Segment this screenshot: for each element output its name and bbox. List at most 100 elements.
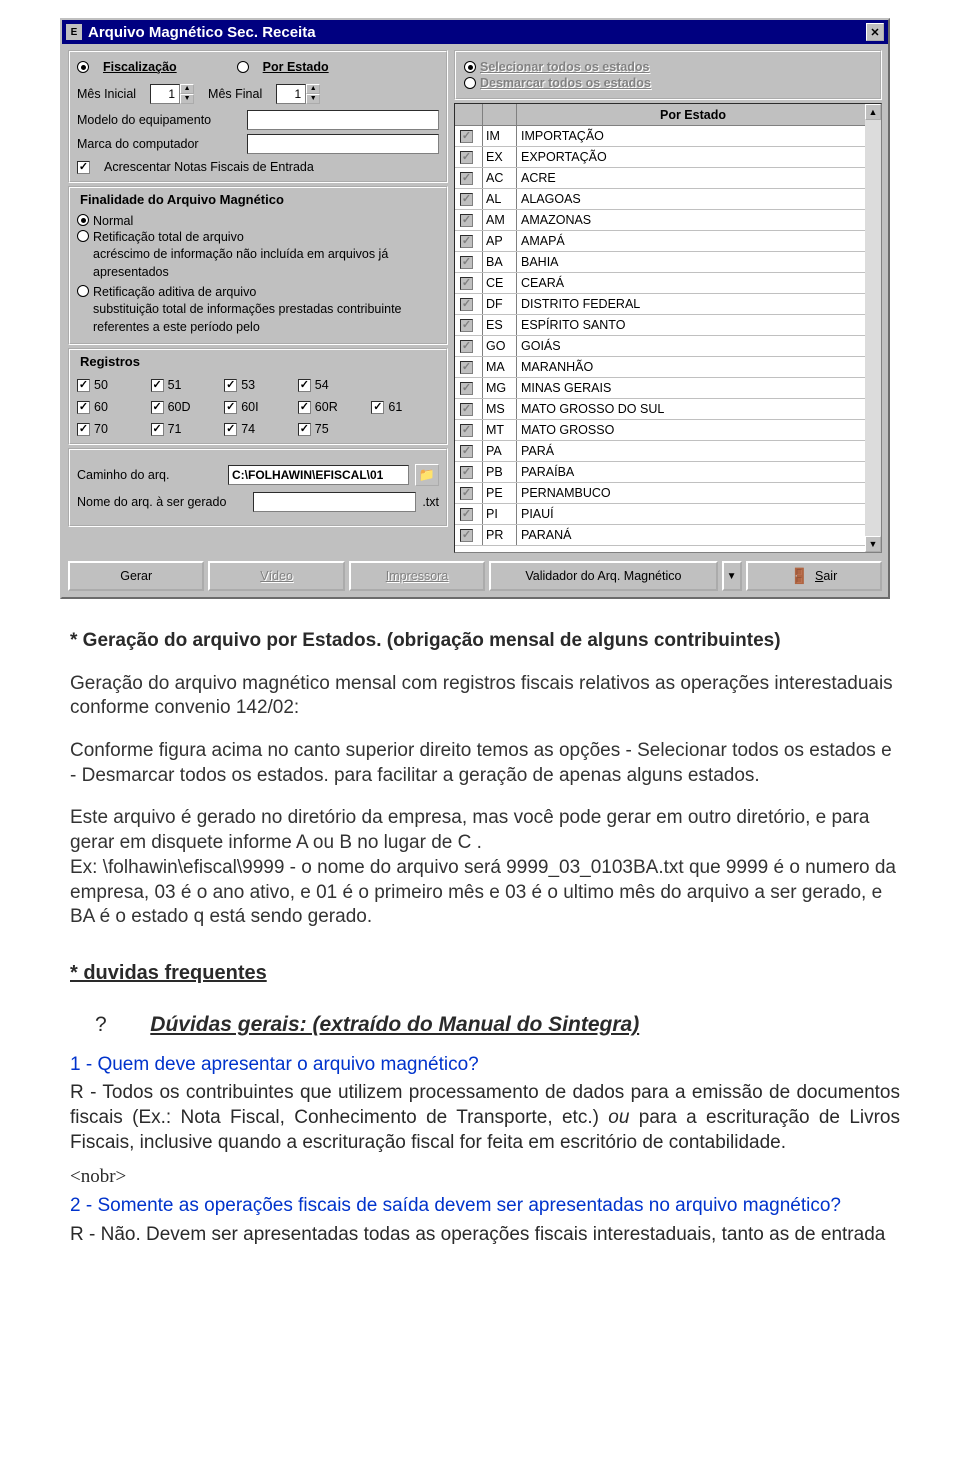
impressora-button[interactable]: Impressora [349,561,485,591]
state-row-AP[interactable]: APAMAPÁ [455,231,865,252]
validador-dropdown-icon[interactable]: ▼ [722,561,742,591]
mes-final-down[interactable]: ▼ [306,94,320,104]
reg-check-54[interactable] [298,379,311,392]
reg-item-71[interactable]: 71 [151,422,219,436]
state-row-MT[interactable]: MTMATO GROSSO [455,420,865,441]
state-row-AC[interactable]: ACACRE [455,168,865,189]
reg-item-60I[interactable]: 60I [224,400,292,414]
gerar-button[interactable]: Gerar [68,561,204,591]
reg-check-60R[interactable] [298,401,311,414]
video-button[interactable]: Vídeo [208,561,344,591]
state-check-MG[interactable] [460,382,473,395]
state-check-MS[interactable] [460,403,473,416]
state-row-AL[interactable]: ALALAGOAS [455,189,865,210]
radio-por-estado[interactable] [237,61,249,73]
reg-check-50[interactable] [77,379,90,392]
mes-final-spinner[interactable]: ▲▼ [276,84,320,104]
state-row-MG[interactable]: MGMINAS GERAIS [455,378,865,399]
radio-retif-aditiva[interactable] [77,285,89,297]
reg-item-61[interactable]: 61 [371,400,439,414]
state-check-DF[interactable] [460,298,473,311]
states-scrollbar[interactable]: ▲ ▼ [865,104,881,552]
state-check-PE[interactable] [460,487,473,500]
reg-check-71[interactable] [151,423,164,436]
state-row-BA[interactable]: BABAHIA [455,252,865,273]
state-row-PI[interactable]: PIPIAUÍ [455,504,865,525]
state-row-GO[interactable]: GOGOIÁS [455,336,865,357]
state-check-EX[interactable] [460,151,473,164]
acrescentar-checkbox[interactable] [77,161,90,174]
state-row-AM[interactable]: AMAMAZONAS [455,210,865,231]
state-check-ES[interactable] [460,319,473,332]
mes-inicial-up[interactable]: ▲ [180,84,194,94]
reg-item-50[interactable]: 50 [77,378,145,392]
reg-check-75[interactable] [298,423,311,436]
reg-item-60[interactable]: 60 [77,400,145,414]
state-check-PA[interactable] [460,445,473,458]
reg-check-60D[interactable] [151,401,164,414]
state-row-PB[interactable]: PBPARAÍBA [455,462,865,483]
reg-item-53[interactable]: 53 [224,378,292,392]
state-row-IM[interactable]: IMIMPORTAÇÃO [455,126,865,147]
close-icon[interactable]: ✕ [866,23,884,41]
reg-item-60R[interactable]: 60R [298,400,366,414]
radio-fiscalizacao[interactable] [77,61,89,73]
state-row-DF[interactable]: DFDISTRITO FEDERAL [455,294,865,315]
sair-button[interactable]: 🚪 Sair [746,561,882,591]
mes-final-up[interactable]: ▲ [306,84,320,94]
state-row-ES[interactable]: ESESPÍRITO SANTO [455,315,865,336]
state-row-EX[interactable]: EXEXPORTAÇÃO [455,147,865,168]
state-check-PB[interactable] [460,466,473,479]
radio-retif-total[interactable] [77,230,89,242]
state-check-CE[interactable] [460,277,473,290]
state-check-IM[interactable] [460,130,473,143]
state-row-MS[interactable]: MSMATO GROSSO DO SUL [455,399,865,420]
reg-item-70[interactable]: 70 [77,422,145,436]
state-check-BA[interactable] [460,256,473,269]
state-row-PE[interactable]: PEPERNAMBUCO [455,483,865,504]
reg-item-54[interactable]: 54 [298,378,366,392]
reg-check-61[interactable] [371,401,384,414]
doc-p2: Conforme figura acima no canto superior … [70,739,900,788]
caminho-input[interactable] [228,465,409,485]
state-row-MA[interactable]: MAMARANHÃO [455,357,865,378]
mes-inicial-down[interactable]: ▼ [180,94,194,104]
reg-check-70[interactable] [77,423,90,436]
reg-item-74[interactable]: 74 [224,422,292,436]
mes-inicial-spinner[interactable]: ▲▼ [150,84,194,104]
state-row-PR[interactable]: PRPARANÁ [455,525,865,546]
scroll-up-icon[interactable]: ▲ [865,104,881,120]
reg-check-53[interactable] [224,379,237,392]
reg-check-60I[interactable] [224,401,237,414]
radio-select-all[interactable] [464,61,476,73]
state-row-CE[interactable]: CECEARÁ [455,273,865,294]
validador-button[interactable]: Validador do Arq. Magnético [489,561,717,591]
state-check-AC[interactable] [460,172,473,185]
radio-deselect-all[interactable] [464,77,476,89]
state-check-MT[interactable] [460,424,473,437]
state-code-DF: DF [483,294,517,314]
deselect-all-label: Desmarcar todos os estados [480,76,651,90]
state-check-MA[interactable] [460,361,473,374]
mes-final-input[interactable] [276,84,306,104]
state-check-PR[interactable] [460,529,473,542]
modelo-input[interactable] [247,110,439,130]
reg-check-60[interactable] [77,401,90,414]
state-check-AM[interactable] [460,214,473,227]
reg-item-51[interactable]: 51 [151,378,219,392]
radio-normal[interactable] [77,214,89,226]
nome-input[interactable] [253,492,416,512]
state-check-GO[interactable] [460,340,473,353]
browse-folder-icon[interactable]: 📁 [415,464,439,486]
scroll-down-icon[interactable]: ▼ [865,536,881,552]
mes-inicial-input[interactable] [150,84,180,104]
reg-check-74[interactable] [224,423,237,436]
state-check-PI[interactable] [460,508,473,521]
marca-input[interactable] [247,134,439,154]
state-check-AP[interactable] [460,235,473,248]
reg-item-75[interactable]: 75 [298,422,366,436]
reg-check-51[interactable] [151,379,164,392]
reg-item-60D[interactable]: 60D [151,400,219,414]
state-check-AL[interactable] [460,193,473,206]
state-row-PA[interactable]: PAPARÁ [455,441,865,462]
